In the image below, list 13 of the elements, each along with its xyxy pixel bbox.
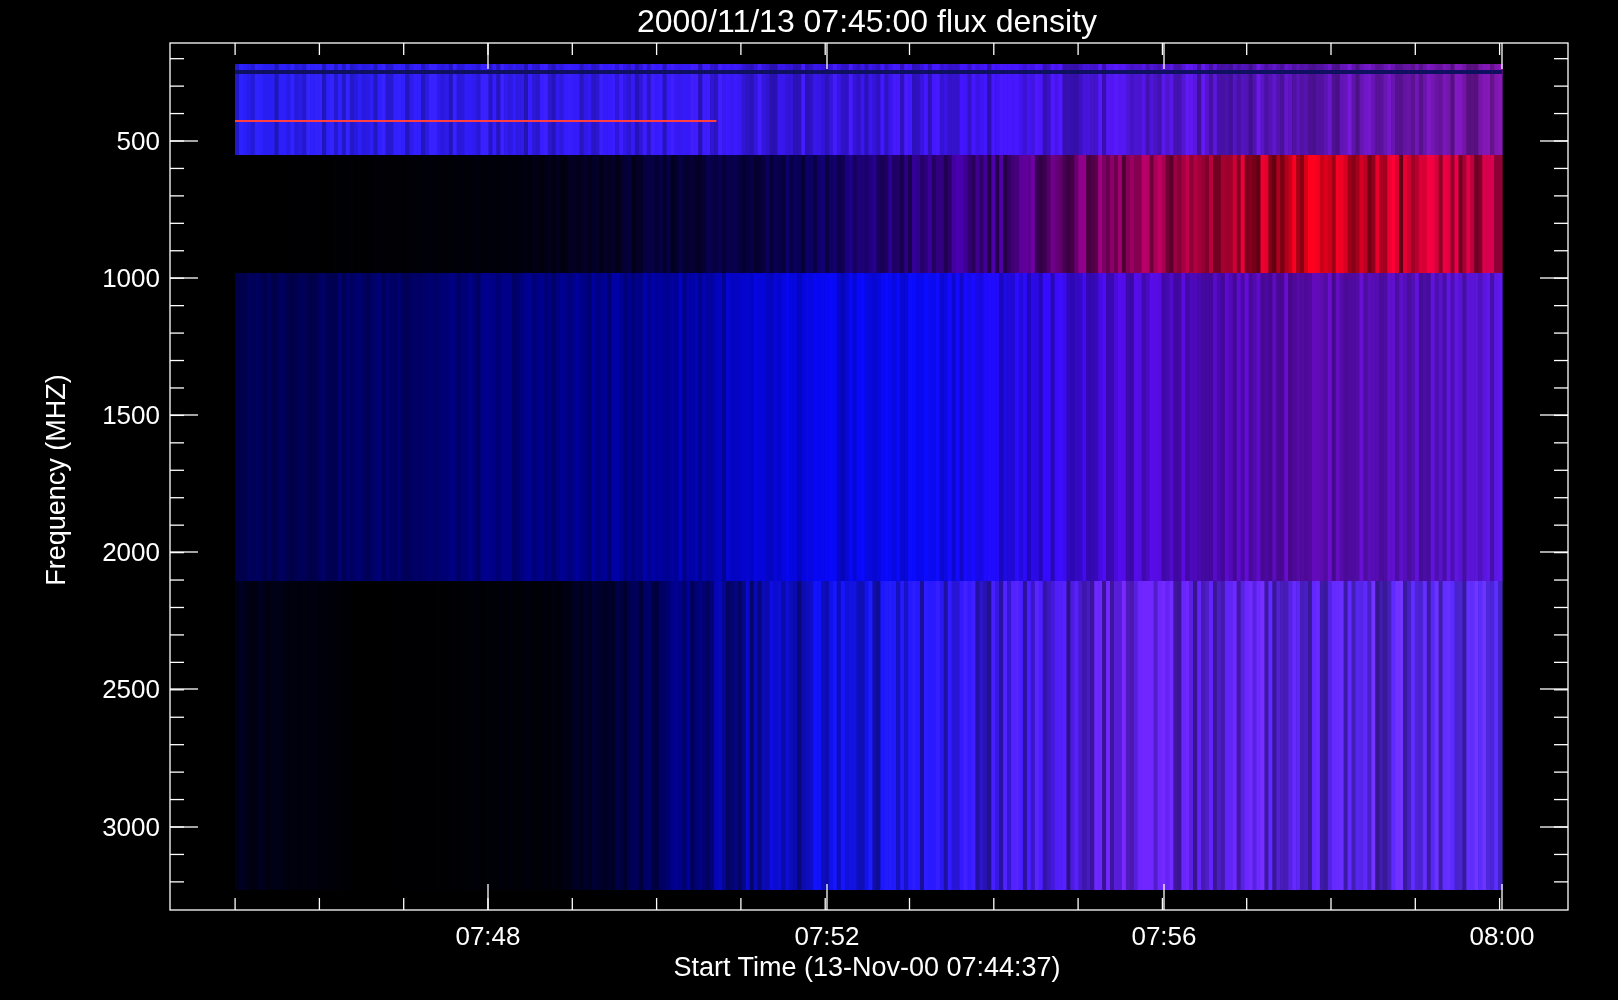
y-tick-label: 2500 — [102, 674, 160, 704]
plot-title: 2000/11/13 07:45:00 flux density — [636, 3, 1098, 39]
y-tick-label: 2000 — [102, 537, 160, 567]
x-tick-label: 07:52 — [794, 921, 860, 951]
y-tick-label: 500 — [116, 126, 160, 156]
y-tick-label: 1500 — [102, 400, 160, 430]
x-axis-label: Start Time (13-Nov-00 07:44:37) — [673, 952, 1061, 982]
x-tick-label: 08:00 — [1469, 921, 1535, 951]
y-tick-label: 3000 — [102, 812, 160, 842]
y-tick-label: 1000 — [102, 263, 160, 293]
y-axis-label: Frequency (MHZ) — [41, 374, 71, 586]
x-tick-label: 07:48 — [455, 921, 521, 951]
x-tick-label: 07:56 — [1131, 921, 1197, 951]
